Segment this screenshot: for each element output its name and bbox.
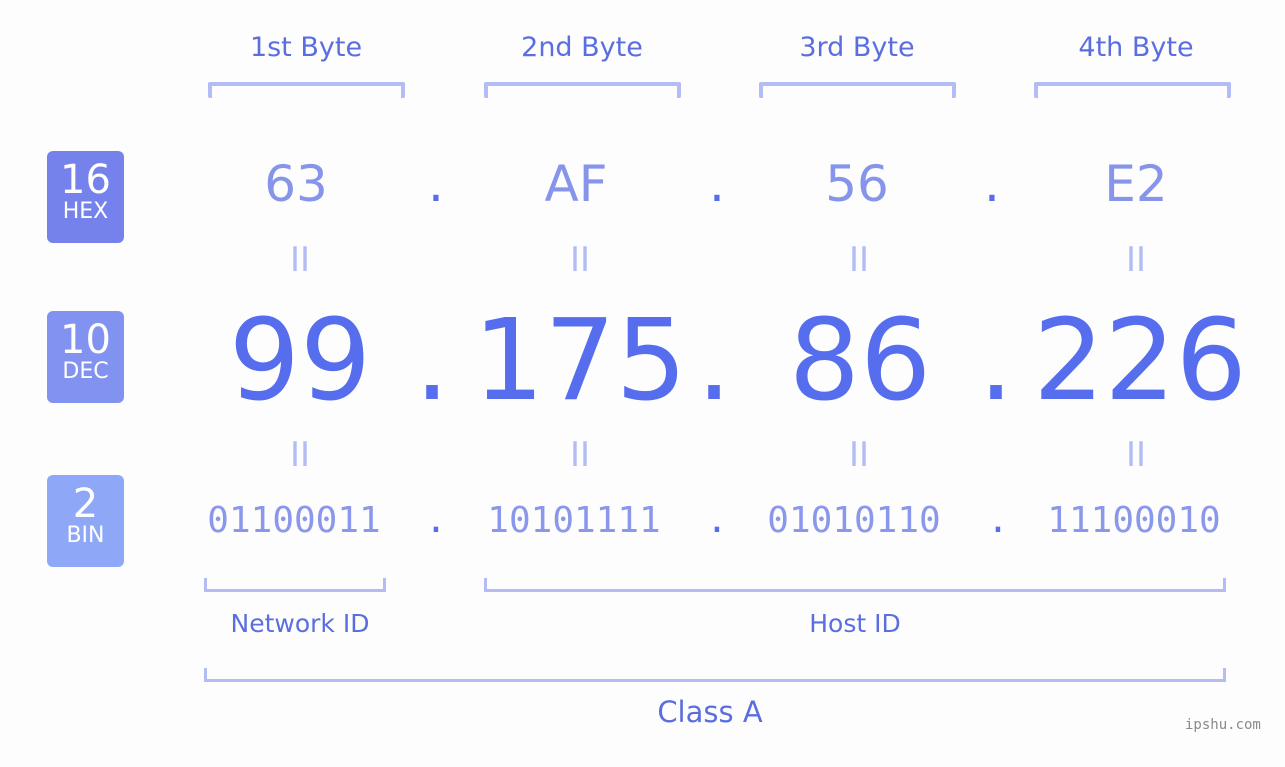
bin-label: BIN xyxy=(66,523,105,548)
equals-icon: II xyxy=(848,240,870,280)
network-bracket xyxy=(204,578,386,592)
bin-byte-3: 01010110 xyxy=(767,500,941,541)
byte-bracket-4 xyxy=(1034,82,1231,98)
hex-byte-3: 56 xyxy=(825,155,889,213)
byte-header-2: 2nd Byte xyxy=(521,32,643,63)
host-id-label: Host ID xyxy=(809,609,901,638)
equals-icon: II xyxy=(289,240,311,280)
bin-byte-1: 01100011 xyxy=(207,500,381,541)
dec-byte-4: 226 xyxy=(1033,296,1247,426)
hex-badge: 16 HEX xyxy=(47,151,124,243)
byte-header-4: 4th Byte xyxy=(1078,32,1194,63)
byte-bracket-2 xyxy=(484,82,681,98)
watermark: ipshu.com xyxy=(1185,717,1261,733)
byte-bracket-3 xyxy=(759,82,956,98)
class-label: Class A xyxy=(657,695,763,729)
equals-icon: II xyxy=(1125,435,1147,475)
hex-dot-2: . xyxy=(709,155,725,213)
equals-icon: II xyxy=(569,435,591,475)
hex-byte-4: E2 xyxy=(1104,155,1168,213)
bin-base: 2 xyxy=(72,481,99,527)
class-bracket xyxy=(204,668,1226,682)
hex-byte-1: 63 xyxy=(264,155,328,213)
dec-base: 10 xyxy=(60,317,111,363)
equals-icon: II xyxy=(289,435,311,475)
equals-icon: II xyxy=(569,240,591,280)
bin-byte-4: 11100010 xyxy=(1047,500,1221,541)
byte-bracket-1 xyxy=(208,82,405,98)
network-id-label: Network ID xyxy=(230,609,370,638)
hex-dot-1: . xyxy=(428,155,444,213)
byte-header-1: 1st Byte xyxy=(249,32,363,63)
equals-icon: II xyxy=(1125,240,1147,280)
hex-dot-3: . xyxy=(984,155,1000,213)
dec-label: DEC xyxy=(62,359,109,384)
equals-icon: II xyxy=(848,435,870,475)
hex-base: 16 xyxy=(60,157,111,203)
host-bracket xyxy=(484,578,1226,592)
byte-header-3: 3rd Byte xyxy=(799,32,915,63)
dec-badge: 10 DEC xyxy=(47,311,124,403)
bin-byte-2: 10101111 xyxy=(487,500,661,541)
bin-badge: 2 BIN xyxy=(47,475,124,567)
hex-byte-2: AF xyxy=(544,155,608,213)
hex-label: HEX xyxy=(62,199,109,224)
